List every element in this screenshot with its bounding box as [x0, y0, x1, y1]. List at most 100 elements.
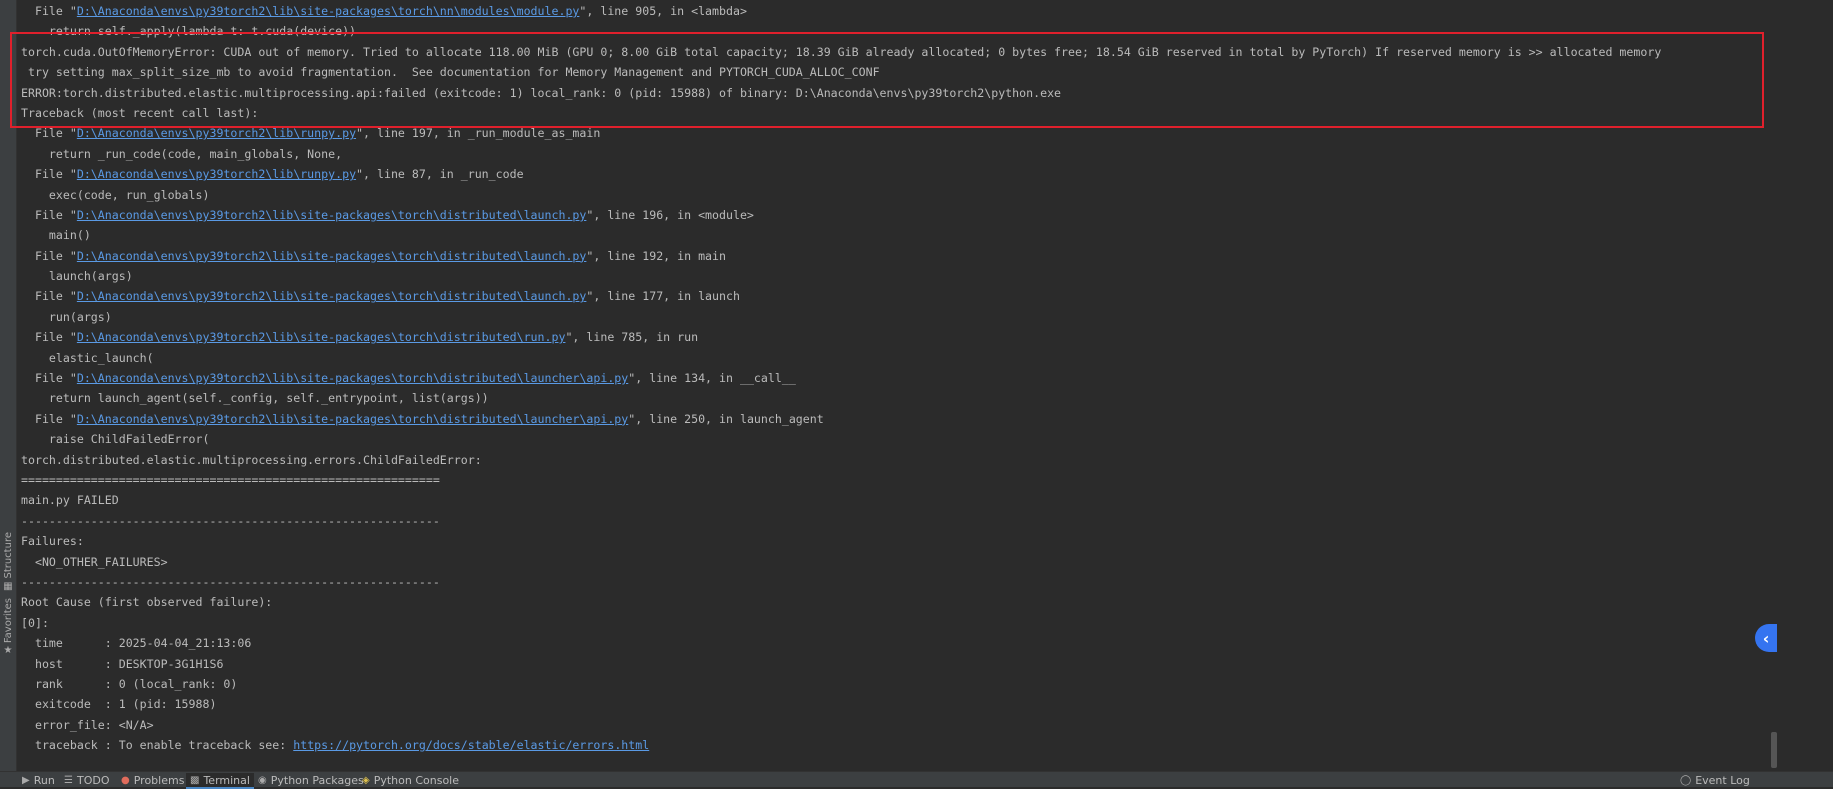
line-prefix: File " [21, 371, 77, 386]
line-text: ----------------------------------------… [21, 513, 440, 528]
play-icon: ▶ [22, 774, 30, 786]
line-text: ERROR:torch.distributed.elastic.multipro… [21, 85, 1062, 100]
file-path-link[interactable]: D:\Anaconda\envs\py39torch2\lib\site-pac… [77, 289, 587, 303]
line-text: return launch_agent(self._config, self._… [21, 391, 489, 406]
terminal-line: <NO_OTHER_FAILURES> [21, 552, 1776, 572]
bottom-tool-window-bar: ▶ Run ☰ TODO ● Problems ▩ Terminal ◉ Pyt… [0, 771, 1833, 789]
terminal-line: return launch_agent(self._config, self._… [21, 388, 1776, 408]
terminal-line: File "D:\Anaconda\envs\py39torch2\lib\si… [21, 409, 1776, 429]
file-path-link[interactable]: D:\Anaconda\envs\py39torch2\lib\site-pac… [77, 249, 587, 263]
line-text: ========================================… [21, 472, 440, 487]
structure-tab-label: Structure [2, 532, 14, 579]
event-log-button[interactable]: ◯ Event Log [1680, 773, 1750, 787]
favorites-tab-label: Favorites [2, 598, 14, 644]
line-text: try setting max_split_size_mb to avoid f… [21, 65, 880, 80]
terminal-line: File "D:\Anaconda\envs\py39torch2\lib\si… [21, 286, 1776, 306]
problems-icon: ● [121, 774, 130, 786]
tab-todo[interactable]: ☰ TODO [64, 773, 109, 787]
line-suffix: ", line 197, in _run_module_as_main [356, 126, 601, 141]
line-text: return self._apply(lambda t: t.cuda(devi… [21, 24, 357, 39]
terminal-line: torch.distributed.elastic.multiprocessin… [21, 450, 1776, 470]
line-text: <NO_OTHER_FAILURES> [21, 554, 168, 569]
terminal-line: File "D:\Anaconda\envs\py39torch2\lib\si… [21, 205, 1776, 225]
line-text: launch(args) [21, 269, 133, 284]
line-prefix: File " [21, 289, 77, 304]
terminal-icon: ▩ [190, 774, 200, 786]
terminal-line: Failures: [21, 531, 1776, 551]
line-text: elastic_launch( [21, 350, 154, 365]
line-prefix: File " [21, 167, 77, 182]
tab-python-console-label: Python Console [373, 773, 459, 787]
terminal-line: rank : 0 (local_rank: 0) [21, 674, 1776, 694]
line-suffix: ", line 87, in _run_code [356, 167, 524, 182]
file-path-link[interactable]: D:\Anaconda\envs\py39torch2\lib\site-pac… [77, 208, 587, 222]
line-text: Traceback (most recent call last): [21, 105, 259, 120]
line-prefix: File " [21, 207, 77, 222]
file-path-link[interactable]: D:\Anaconda\envs\py39torch2\lib\site-pac… [77, 412, 628, 426]
structure-icon: ▦ [3, 580, 13, 592]
file-path-link[interactable]: D:\Anaconda\envs\py39torch2\lib\site-pac… [77, 371, 628, 385]
line-text: [0]: [21, 615, 49, 630]
terminal-line: run(args) [21, 307, 1776, 327]
structure-tab[interactable]: Structure ▦ [0, 532, 16, 592]
terminal-line: File "D:\Anaconda\envs\py39torch2\lib\si… [21, 246, 1776, 266]
line-text: exitcode : 1 (pid: 15988) [21, 697, 217, 712]
line-suffix: ", line 192, in main [586, 248, 726, 263]
line-text: torch.cuda.OutOfMemoryError: CUDA out of… [21, 44, 1662, 59]
line-text: Failures: [21, 534, 84, 549]
line-prefix: traceback : To enable traceback see: [21, 738, 294, 753]
file-path-link[interactable]: D:\Anaconda\envs\py39torch2\lib\site-pac… [77, 330, 566, 344]
terminal-line: error_file: <N/A> [21, 715, 1776, 735]
left-tool-strip: Structure ▦ Favorites ★ [0, 0, 17, 786]
line-prefix: File " [21, 411, 77, 426]
terminal-line: return self._apply(lambda t: t.cuda(devi… [21, 21, 1776, 41]
line-text: error_file: <N/A> [21, 717, 154, 732]
terminal-line: host : DESKTOP-3G1H1S6 [21, 654, 1776, 674]
line-text: torch.distributed.elastic.multiprocessin… [21, 452, 482, 467]
terminal-line: return _run_code(code, main_globals, Non… [21, 144, 1776, 164]
star-icon: ★ [3, 645, 13, 657]
terminal-line: torch.cuda.OutOfMemoryError: CUDA out of… [21, 42, 1776, 62]
tab-todo-label: TODO [76, 773, 110, 787]
file-path-link[interactable]: https://pytorch.org/docs/stable/elastic/… [293, 738, 649, 752]
chevron-left-icon: ‹ [1762, 628, 1770, 648]
favorites-tab[interactable]: Favorites ★ [0, 598, 16, 656]
tab-python-console[interactable]: ◈ Python Console [362, 773, 459, 787]
terminal-line: try setting max_split_size_mb to avoid f… [21, 62, 1776, 82]
terminal-line: File "D:\Anaconda\envs\py39torch2\lib\si… [21, 368, 1776, 388]
file-path-link[interactable]: D:\Anaconda\envs\py39torch2\lib\site-pac… [77, 4, 580, 18]
line-prefix: File " [21, 4, 77, 18]
terminal-scrollbar[interactable] [1771, 732, 1777, 768]
tab-terminal[interactable]: ▩ Terminal [186, 773, 254, 789]
terminal-line: File "D:\Anaconda\envs\py39torch2\lib\si… [21, 327, 1776, 347]
line-text: rank : 0 (local_rank: 0) [21, 676, 238, 691]
collapse-panel-button[interactable]: ‹ [1755, 624, 1777, 652]
line-text: main.py FAILED [21, 493, 119, 508]
tab-problems[interactable]: ● Problems [121, 773, 184, 787]
terminal-line: File "D:\Anaconda\envs\py39torch2\lib\ru… [21, 123, 1776, 143]
terminal-line: main() [21, 225, 1776, 245]
terminal-line: raise ChildFailedError( [21, 429, 1776, 449]
line-suffix: ", line 196, in <module> [586, 207, 754, 222]
tab-run[interactable]: ▶ Run [22, 773, 55, 787]
line-text: run(args) [21, 309, 112, 324]
line-text: time : 2025-04-04_21:13:06 [21, 636, 252, 651]
terminal-line: elastic_launch( [21, 348, 1776, 368]
tab-python-packages[interactable]: ◉ Python Packages [258, 773, 364, 787]
terminal-output[interactable]: File "D:\Anaconda\envs\py39torch2\lib\si… [21, 1, 1776, 771]
line-text: raise ChildFailedError( [21, 432, 210, 447]
event-log-icon: ◯ [1680, 774, 1692, 786]
line-suffix: ", line 134, in __call__ [628, 371, 796, 386]
terminal-line: ----------------------------------------… [21, 511, 1776, 531]
terminal-line: [0]: [21, 613, 1776, 633]
line-suffix: ", line 905, in <lambda> [579, 4, 747, 18]
python-icon: ◈ [362, 774, 370, 786]
file-path-link[interactable]: D:\Anaconda\envs\py39torch2\lib\runpy.py [77, 167, 356, 181]
line-prefix: File " [21, 330, 77, 345]
file-path-link[interactable]: D:\Anaconda\envs\py39torch2\lib\runpy.py [77, 126, 356, 140]
event-log-label: Event Log [1695, 773, 1750, 787]
terminal-line: traceback : To enable traceback see: htt… [21, 735, 1776, 755]
line-text: main() [21, 228, 91, 243]
terminal-line: File "D:\Anaconda\envs\py39torch2\lib\ru… [21, 164, 1776, 184]
terminal-line: Root Cause (first observed failure): [21, 592, 1776, 612]
